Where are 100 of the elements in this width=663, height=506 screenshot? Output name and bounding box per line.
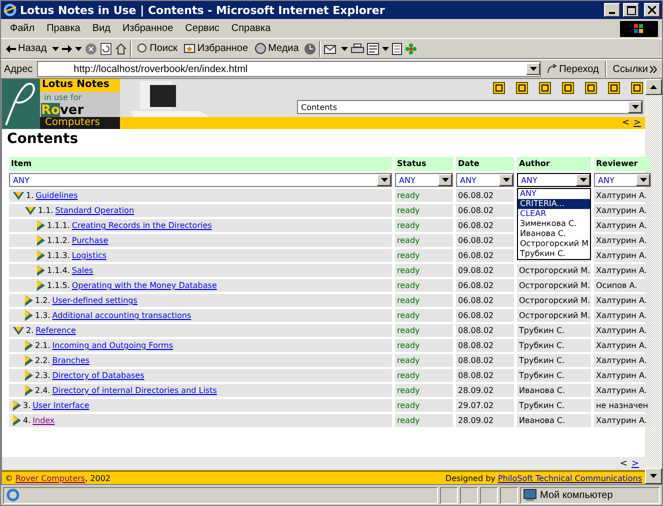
item-number: 1.2.	[35, 296, 50, 305]
collapsed-arrow-icon[interactable]	[37, 235, 45, 246]
minimize-button[interactable]	[604, 3, 620, 17]
company-link[interactable]: Rover Computers	[16, 474, 86, 482]
status-cell: ready	[395, 354, 453, 367]
reviewer-cell: Халтурин А.	[594, 309, 651, 322]
author-cell: Трубкин С.	[517, 354, 591, 367]
expanded-arrow-icon[interactable]	[13, 326, 24, 334]
search-button[interactable]: Поиск	[134, 43, 180, 54]
filter-select[interactable]: ANY	[9, 173, 392, 187]
collapsed-arrow-icon[interactable]	[25, 355, 33, 366]
filter-select[interactable]: ANY	[395, 173, 453, 187]
print-icon[interactable]	[350, 42, 364, 54]
windows-flag-icon	[620, 20, 658, 36]
item-link[interactable]: Creating Records in the Directories	[72, 221, 212, 230]
collapsed-arrow-icon[interactable]	[25, 385, 33, 396]
section-select[interactable]: Contents	[297, 100, 643, 114]
go-button[interactable]: Переход	[545, 64, 601, 74]
collapsed-arrow-icon[interactable]	[25, 370, 33, 381]
status-panel	[480, 486, 498, 504]
collapsed-arrow-icon[interactable]	[37, 250, 45, 261]
item-link[interactable]: Standard Operation	[55, 206, 134, 215]
filter-select[interactable]: ANY	[517, 173, 591, 187]
item-link[interactable]: Operating with the Money Database	[72, 281, 217, 290]
dropdown-arrow-icon	[502, 178, 510, 182]
date-cell: 08.08.02	[456, 369, 514, 382]
status-cell: ready	[395, 279, 453, 292]
chevron-icon	[650, 66, 657, 72]
forward-arrow-icon[interactable]	[62, 44, 72, 52]
item-number: 1.1.2.	[47, 236, 70, 245]
menu-item[interactable]: Избранное	[117, 22, 178, 35]
item-link[interactable]: Index	[32, 416, 55, 425]
next-link[interactable]: >	[633, 118, 641, 128]
refresh-icon[interactable]	[100, 42, 112, 54]
menu-item[interactable]: Сервис	[180, 22, 224, 35]
dropdown-arrow-icon	[442, 178, 448, 182]
next-link[interactable]: >	[631, 458, 639, 468]
reviewer-cell: Халтурин А.	[594, 384, 651, 397]
status-cell: ready	[395, 414, 453, 427]
item-link[interactable]: Branches	[52, 356, 90, 365]
author-cell: Иванова С.	[517, 414, 591, 427]
reviewer-cell: Халтурин А.	[594, 414, 651, 427]
history-icon[interactable]	[304, 42, 316, 54]
author-cell: Острогорский М.	[517, 279, 591, 292]
dropdown-option[interactable]: CRITERIA...	[518, 199, 590, 209]
item-link[interactable]: Directory of internal Directories and Lists	[52, 386, 217, 395]
reviewer-cell: Халтурин А.	[594, 219, 651, 232]
stop-icon[interactable]	[84, 42, 97, 54]
expanded-arrow-icon[interactable]	[25, 206, 36, 214]
address-field[interactable]: http://localhost/roverbook/en/index.html	[36, 61, 542, 77]
item-link[interactable]: User Interface	[32, 401, 90, 410]
back-button[interactable]: Назад	[4, 43, 49, 54]
item-link[interactable]: User-defined settings	[52, 296, 138, 305]
dropdown-option[interactable]: Острогорский М	[518, 239, 590, 249]
maximize-button[interactable]	[623, 3, 639, 17]
reviewer-cell: Халтурин А.	[594, 234, 651, 247]
item-link[interactable]: Reference	[36, 326, 76, 335]
collapsed-arrow-icon[interactable]	[37, 280, 45, 291]
previous-link[interactable]: <	[622, 118, 630, 128]
close-button[interactable]	[644, 3, 660, 17]
menu-item[interactable]: Правка	[42, 22, 86, 35]
mail-icon[interactable]	[324, 42, 338, 54]
date-cell: 08.08.02	[456, 339, 514, 352]
previous-link[interactable]: <	[620, 458, 628, 468]
designer-link[interactable]: PhiloSoft Technical Communications	[498, 474, 642, 482]
collapsed-arrow-icon[interactable]	[37, 220, 45, 231]
menu-item[interactable]: Файл	[5, 22, 40, 35]
item-link[interactable]: Logistics	[72, 251, 107, 260]
filter-select[interactable]: ANY	[456, 173, 514, 187]
collapsed-arrow-icon[interactable]	[25, 295, 33, 306]
column-header: Date	[456, 157, 514, 171]
status-cell: ready	[395, 219, 453, 232]
menu-item[interactable]: Вид	[87, 22, 116, 35]
edit-icon[interactable]	[366, 42, 379, 54]
item-link[interactable]: Guidelines	[36, 191, 78, 200]
collapsed-arrow-icon[interactable]	[25, 310, 33, 321]
status-cell: ready	[395, 324, 453, 337]
item-link[interactable]: Incoming and Outgoing Forms	[52, 341, 173, 350]
scroll-up-icon[interactable]	[650, 85, 657, 89]
item-link[interactable]: Sales	[72, 266, 94, 275]
status-cell: ready	[395, 234, 453, 247]
item-link[interactable]: Purchase	[72, 236, 108, 245]
item-link[interactable]: Additional accounting transactions	[52, 311, 192, 320]
collapsed-arrow-icon[interactable]	[13, 400, 21, 411]
menu-item[interactable]: Справка	[226, 22, 276, 35]
collapsed-arrow-icon[interactable]	[13, 415, 21, 426]
media-button[interactable]: Медиа	[253, 43, 301, 54]
copyright-text: © Rover Computers, 2002	[5, 474, 111, 482]
item-link[interactable]: Directory of Databases	[52, 371, 144, 380]
links-button[interactable]: Ссылки	[610, 64, 659, 74]
reviewer-cell: Осипов А.	[594, 279, 651, 292]
dropdown-arrow-icon	[530, 67, 537, 71]
favorites-button[interactable]: Избранное	[182, 43, 250, 54]
document-icon[interactable]	[392, 42, 402, 54]
item-number: 1.1.4.	[47, 266, 70, 275]
item-number: 2.	[26, 326, 34, 335]
expanded-arrow-icon[interactable]	[13, 192, 24, 200]
collapsed-arrow-icon[interactable]	[25, 340, 33, 351]
filter-select[interactable]: ANY	[594, 173, 651, 187]
collapsed-arrow-icon[interactable]	[37, 265, 45, 276]
